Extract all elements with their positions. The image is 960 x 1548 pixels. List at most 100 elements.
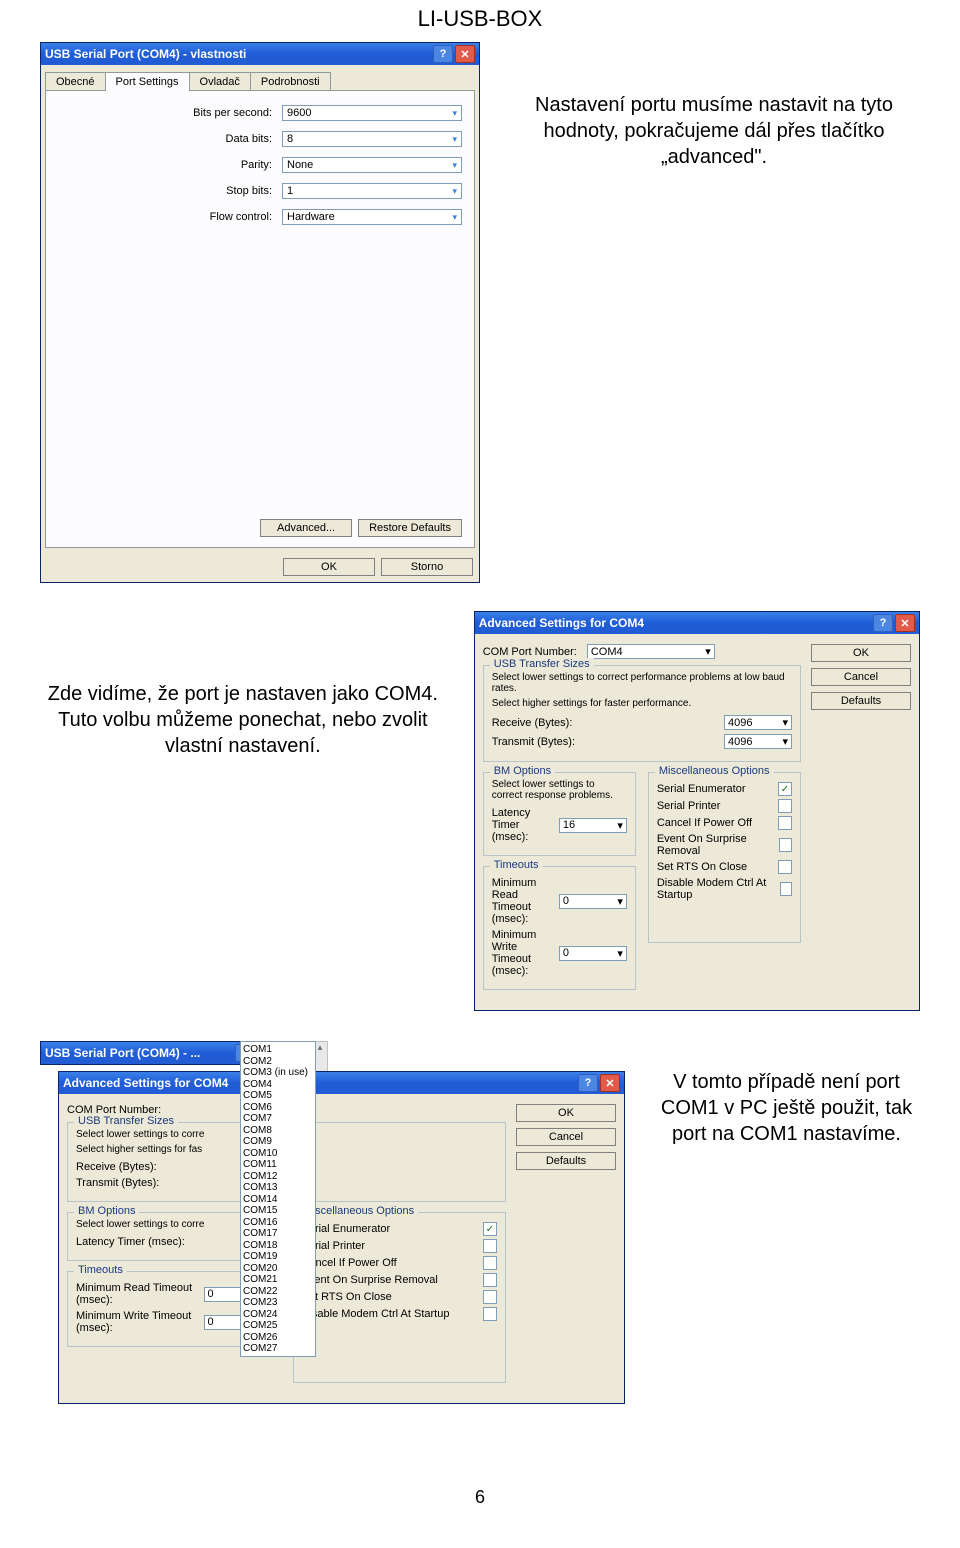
help-icon[interactable]: ? <box>578 1074 598 1092</box>
cancel-button[interactable]: Cancel <box>516 1128 616 1146</box>
com-port-option[interactable]: COM28 <box>243 1355 313 1358</box>
com-port-option[interactable]: COM24 <box>243 1309 313 1321</box>
bm-options-group: BM Options <box>490 765 555 777</box>
com-port-option[interactable]: COM20 <box>243 1263 313 1275</box>
com-port-option[interactable]: COM26 <box>243 1332 313 1344</box>
latency-label: Latency Timer (msec): <box>492 807 559 843</box>
tab-strip: Obecné Port Settings Ovladač Podrobnosti <box>45 71 475 90</box>
flow-control-label: Flow control: <box>210 211 272 223</box>
min-read-select[interactable]: 0▾ <box>559 894 627 909</box>
com-port-option[interactable]: COM4 <box>243 1079 313 1091</box>
event-surprise-checkbox[interactable] <box>779 838 792 852</box>
set-rts-label: Set RTS On Close <box>657 861 747 873</box>
serial-enum-checkbox[interactable]: ✓ <box>483 1222 497 1236</box>
cancel-poweroff-checkbox[interactable] <box>778 816 792 830</box>
com-port-dropdown-list[interactable]: COM1COM2COM3 (in use)COM4COM5COM6COM7COM… <box>240 1041 316 1357</box>
com-port-option[interactable]: COM19 <box>243 1251 313 1263</box>
com-port-option[interactable]: COM18 <box>243 1240 313 1252</box>
com-port-label: COM Port Number: <box>483 646 577 658</box>
com-port-option[interactable]: COM13 <box>243 1182 313 1194</box>
ok-button[interactable]: OK <box>516 1104 616 1122</box>
misc-options-group: Miscellaneous Options <box>655 765 774 777</box>
serial-printer-checkbox[interactable] <box>778 799 792 813</box>
chevron-down-icon: ▾ <box>617 947 623 960</box>
disable-modem-label: Disable Modem Ctrl At Startup <box>657 877 780 901</box>
receive-label: Receive (Bytes): <box>492 717 724 729</box>
event-surprise-checkbox[interactable] <box>483 1273 497 1287</box>
tab-ovladac[interactable]: Ovladač <box>189 72 251 91</box>
titlebar: USB Serial Port (COM4) - vlastnosti ? ✕ <box>41 43 479 65</box>
data-bits-label: Data bits: <box>226 133 272 145</box>
com-port-option[interactable]: COM27 <box>243 1343 313 1355</box>
com-port-option[interactable]: COM22 <box>243 1286 313 1298</box>
serial-enum-checkbox[interactable]: ✓ <box>778 782 792 796</box>
transmit-select[interactable]: 4096▾ <box>724 734 792 749</box>
com-port-option[interactable]: COM25 <box>243 1320 313 1332</box>
com-port-option[interactable]: COM17 <box>243 1228 313 1240</box>
window-title: USB Serial Port (COM4) - vlastnosti <box>45 47 246 61</box>
disable-modem-checkbox[interactable] <box>780 882 792 896</box>
com-port-option[interactable]: COM1 <box>243 1044 313 1056</box>
data-bits-select[interactable]: 8▾ <box>282 131 462 147</box>
defaults-button[interactable]: Defaults <box>516 1152 616 1170</box>
set-rts-checkbox[interactable] <box>483 1290 497 1304</box>
com-port-option[interactable]: COM16 <box>243 1217 313 1229</box>
help-icon[interactable]: ? <box>873 614 893 632</box>
serial-enum-label: Serial Enumerator <box>657 783 746 795</box>
close-icon[interactable]: ✕ <box>895 614 915 632</box>
min-write-select[interactable]: 0▾ <box>559 946 627 961</box>
close-icon[interactable]: ✕ <box>455 45 475 63</box>
com-port-option[interactable]: COM2 <box>243 1056 313 1068</box>
defaults-button[interactable]: Defaults <box>811 692 911 710</box>
com-port-option[interactable]: COM14 <box>243 1194 313 1206</box>
bm-hint: Select lower settings to correct respons… <box>492 779 627 801</box>
latency-select[interactable]: 16▾ <box>559 818 627 833</box>
stop-bits-label: Stop bits: <box>226 185 272 197</box>
chevron-down-icon: ▾ <box>452 186 457 197</box>
advanced-button[interactable]: Advanced... <box>260 519 352 537</box>
parity-select[interactable]: None▾ <box>282 157 462 173</box>
tab-obecne[interactable]: Obecné <box>45 72 106 91</box>
tab-podrobnosti[interactable]: Podrobnosti <box>250 72 331 91</box>
paragraph-3: V tomto případě není port COM1 v PC ješt… <box>653 1069 920 1147</box>
cancel-button[interactable]: Cancel <box>811 668 911 686</box>
chevron-down-icon: ▾ <box>452 108 457 119</box>
chevron-down-icon: ▾ <box>782 735 788 748</box>
ok-button[interactable]: OK <box>283 558 375 576</box>
serial-printer-checkbox[interactable] <box>483 1239 497 1253</box>
com-port-option[interactable]: COM8 <box>243 1125 313 1137</box>
com-port-option[interactable]: COM11 <box>243 1159 313 1171</box>
paragraph-1: Nastavení portu musíme nastavit na tyto … <box>508 92 920 170</box>
tab-port-settings[interactable]: Port Settings <box>105 72 190 91</box>
doc-title: LI-USB-BOX <box>40 6 920 32</box>
com-port-option[interactable]: COM6 <box>243 1102 313 1114</box>
com-port-option[interactable]: COM5 <box>243 1090 313 1102</box>
flow-control-select[interactable]: Hardware▾ <box>282 209 462 225</box>
cancel-poweroff-checkbox[interactable] <box>483 1256 497 1270</box>
receive-select[interactable]: 4096▾ <box>724 715 792 730</box>
com-port-option[interactable]: COM9 <box>243 1136 313 1148</box>
com-port-option[interactable]: COM21 <box>243 1274 313 1286</box>
chevron-down-icon: ▾ <box>452 160 457 171</box>
stop-bits-select[interactable]: 1▾ <box>282 183 462 199</box>
advanced-settings-dialog: Advanced Settings for COM4 ? ✕ COM Port … <box>474 611 920 1011</box>
com-port-option[interactable]: COM3 (in use) <box>243 1067 313 1079</box>
timeouts-group: Timeouts <box>74 1264 127 1276</box>
disable-modem-checkbox[interactable] <box>483 1307 497 1321</box>
com-port-option[interactable]: COM23 <box>243 1297 313 1309</box>
disable-modem-label: Disable Modem Ctrl At Startup <box>302 1308 450 1320</box>
com-port-option[interactable]: COM15 <box>243 1205 313 1217</box>
ok-button[interactable]: OK <box>811 644 911 662</box>
close-icon[interactable]: ✕ <box>600 1074 620 1092</box>
com-port-option[interactable]: COM10 <box>243 1148 313 1160</box>
help-icon[interactable]: ? <box>433 45 453 63</box>
restore-defaults-button[interactable]: Restore Defaults <box>358 519 462 537</box>
com-port-option[interactable]: COM7 <box>243 1113 313 1125</box>
serial-printer-label: Serial Printer <box>657 800 721 812</box>
chevron-down-icon: ▾ <box>617 895 623 908</box>
cancel-button[interactable]: Storno <box>381 558 473 576</box>
bits-per-second-select[interactable]: 9600▾ <box>282 105 462 121</box>
set-rts-checkbox[interactable] <box>778 860 792 874</box>
com-port-select[interactable]: COM4▾ <box>587 644 715 659</box>
com-port-option[interactable]: COM12 <box>243 1171 313 1183</box>
